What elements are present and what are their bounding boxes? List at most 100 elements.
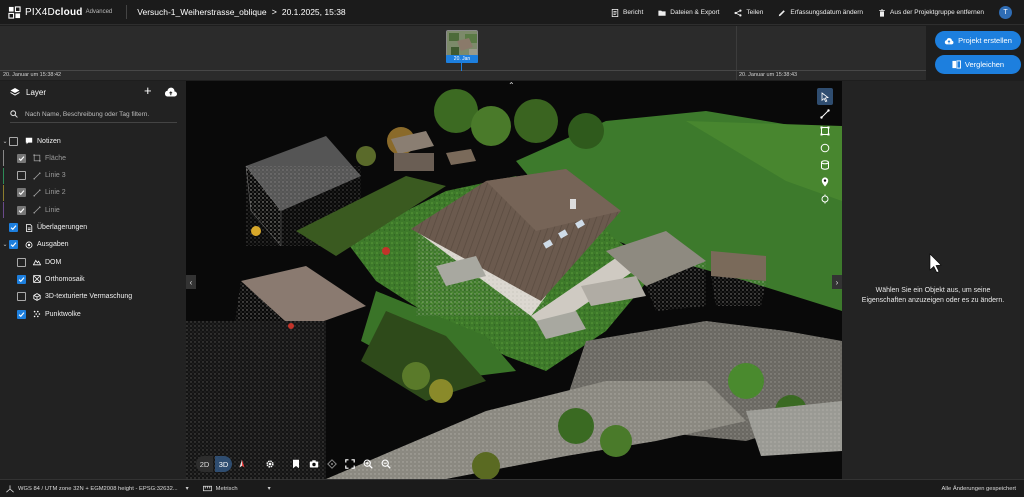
view-3d-toggle[interactable]: 3D [215, 456, 232, 472]
layer-row[interactable]: Fläche [3, 150, 66, 167]
collapse-left-panel-chevron-icon[interactable]: ‹ [186, 275, 196, 289]
layer-visibility-checkbox[interactable] [17, 171, 26, 181]
select-tool-button[interactable] [817, 88, 833, 105]
layer-visibility-checkbox[interactable] [17, 153, 26, 163]
layers-title: Layer [26, 87, 47, 97]
crs-dropdown-icon: ▾ [185, 486, 189, 492]
crs-selector[interactable]: WGS 84 / UTM zone 32N + EGM2008 height -… [6, 484, 189, 493]
document-icon [24, 223, 33, 232]
collapse-right-panel-chevron-icon[interactable]: › [832, 275, 842, 289]
user-avatar[interactable]: T [999, 6, 1012, 19]
layer-visibility-checkbox[interactable] [17, 274, 26, 284]
files-export-button-label: Dateien & Export [670, 9, 720, 16]
polygon-icon [32, 154, 41, 163]
add-layer-button[interactable]: + [144, 84, 152, 97]
layer-visibility-checkbox[interactable] [17, 292, 26, 302]
layer-row[interactable]: 3D-texturierte Vermaschung [17, 289, 132, 305]
layers-panel: Layer + ⌄ Notizen Fläche Linie 3 Linie 2 Lini… [0, 81, 186, 479]
app-logo[interactable]: PIX4Dcloud Advanced [0, 0, 112, 25]
layers-icon [10, 88, 20, 96]
zoom-out-icon [381, 459, 391, 469]
units-selector[interactable]: Metrisch ▾ [202, 485, 271, 492]
pencil-icon [779, 9, 786, 16]
timeline[interactable]: 20. Jan 20. Januar um 15:38:42 20. Janua… [0, 26, 926, 80]
fit-view-button[interactable] [342, 456, 358, 472]
layer-label: Punktwolke [45, 310, 81, 318]
zoom-in-icon [363, 459, 373, 469]
pix4d-logo-icon [8, 5, 21, 19]
layer-row[interactable]: Orthomosaik [17, 271, 85, 287]
zoom-out-button[interactable] [378, 456, 394, 472]
layer-row[interactable]: Überlagerungen [1, 220, 87, 236]
layer-color-indicator [3, 202, 4, 219]
layer-visibility-checkbox[interactable] [9, 240, 18, 250]
crs-label: WGS 84 / UTM zone 32N + EGM2008 height -… [18, 485, 178, 492]
layer-visibility-checkbox[interactable] [17, 188, 26, 198]
layer-row[interactable]: Linie 2 [3, 184, 66, 201]
zoom-in-button[interactable] [360, 456, 376, 472]
layer-row[interactable]: Punktwolke [17, 306, 81, 322]
layer-row[interactable]: DOM [17, 254, 61, 270]
layer-row[interactable]: Linie 3 [3, 167, 66, 184]
camera-icon [309, 460, 319, 468]
layer-visibility-checkbox[interactable] [17, 257, 26, 267]
expand-chevron-icon[interactable]: ⌄ [1, 138, 9, 145]
timeline-dataset-thumbnail[interactable] [446, 30, 478, 57]
target-button[interactable] [324, 456, 340, 472]
orthomosaic-icon [32, 275, 41, 284]
drawing-toolbar [816, 88, 834, 216]
compare-label: Vergleichen [964, 60, 1005, 69]
compare-button[interactable]: Vergleichen [935, 55, 1021, 74]
3d-viewport[interactable]: ⌃ ‹ › 2D 3D [186, 81, 842, 479]
layer-visibility-checkbox[interactable] [17, 309, 26, 319]
circle-tool-button[interactable] [817, 139, 833, 156]
layer-row[interactable]: ⌄ Ausgaben [1, 237, 69, 253]
volume-tool-button[interactable] [817, 156, 833, 173]
layer-row[interactable]: Linie [3, 202, 60, 219]
files-export-button[interactable]: Dateien & Export [658, 9, 719, 17]
view-2d-toggle[interactable]: 2D [196, 456, 213, 472]
settings-button[interactable] [262, 456, 278, 472]
cursor-icon [821, 91, 829, 102]
layer-search [10, 106, 177, 123]
line-icon [32, 171, 41, 180]
bookmark-icon [293, 459, 299, 469]
share-button[interactable]: Teilen [734, 8, 763, 17]
report-button[interactable]: Bericht [611, 8, 643, 17]
compass-button[interactable] [234, 456, 250, 472]
collapse-timeline-chevron-icon[interactable]: ⌃ [508, 81, 515, 90]
create-project-button[interactable]: Projekt erstellen [935, 31, 1021, 50]
crosshair-icon [327, 459, 337, 469]
layer-label: Ausgaben [37, 241, 69, 249]
properties-panel: Wählen Sie ein Objekt aus, um seine Eige… [842, 81, 1024, 479]
viewport-bottom-toolbar: 2D 3D [196, 455, 394, 473]
status-bar: WGS 84 / UTM zone 32N + EGM2008 height -… [0, 479, 1024, 497]
change-capture-date-button[interactable]: Erfassungsdatum ändern [778, 9, 863, 17]
ruler-icon [202, 485, 212, 492]
layer-row[interactable]: ⌄ Notizen [1, 133, 61, 149]
circle-icon [820, 143, 830, 152]
project-date[interactable]: 20.1.2025, 15:38 [282, 7, 346, 17]
bookmark-button[interactable] [288, 456, 304, 472]
line-tool-button[interactable] [817, 105, 833, 122]
app-edition: Advanced [85, 9, 113, 15]
layer-label: Überlagerungen [37, 224, 88, 231]
layer-visibility-checkbox[interactable] [9, 223, 18, 232]
layer-visibility-checkbox[interactable] [17, 205, 26, 215]
expand-chevron-icon[interactable]: ⌄ [1, 241, 9, 248]
outputs-icon [24, 240, 33, 249]
project-title[interactable]: Versuch-1_Weiherstrasse_oblique [137, 7, 266, 17]
layer-label: Linie 3 [45, 172, 66, 180]
remove-from-group-button[interactable]: Aus der Projektgruppe entfernen [878, 8, 984, 17]
marker-tool-button[interactable] [817, 173, 833, 190]
timeline-date-chip[interactable]: 20. Jan [446, 55, 478, 63]
upload-layer-cloud-icon[interactable] [164, 87, 177, 97]
app-name: PIX4Dcloud [25, 6, 83, 18]
location-pin-icon [821, 176, 829, 186]
screenshot-button[interactable] [306, 456, 322, 472]
point-tool-button[interactable] [817, 190, 833, 207]
change-capture-date-label: Erfassungsdatum ändern [790, 9, 864, 16]
layer-visibility-checkbox[interactable] [9, 136, 18, 146]
polygon-tool-button[interactable] [817, 122, 833, 139]
layer-search-input[interactable] [25, 110, 173, 118]
